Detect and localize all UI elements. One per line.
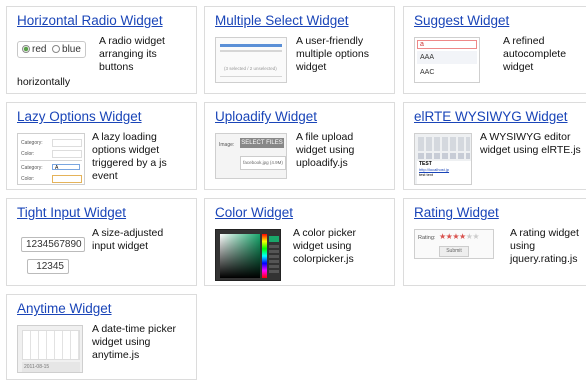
widget-link-color[interactable]: Color Widget — [215, 205, 390, 220]
widget-link-multiple-select[interactable]: Multiple Select Widget — [215, 13, 390, 28]
star-icon: ★ — [472, 232, 480, 241]
select-box — [52, 139, 82, 147]
field-label: Color: — [21, 151, 35, 157]
widget-description: A user-friendly multiple options widget — [296, 35, 369, 73]
widget-description: A rating widget using jquery.rating.js — [510, 227, 579, 265]
lazy-options-preview: Category: Color: Category: A Color: — [17, 133, 85, 185]
widget-card-lazy-options: Lazy Options Widget Category: Color: Cat… — [6, 102, 197, 190]
color-values — [269, 245, 279, 275]
multiselect-preview: (3 selected / 2 unselected) — [215, 37, 287, 83]
widget-link-suggest[interactable]: Suggest Widget — [414, 13, 586, 28]
widget-description: A radio widget arranging its buttons — [99, 35, 165, 73]
widget-description-wrap: horizontally — [17, 76, 71, 88]
radio-option-label: blue — [62, 44, 81, 55]
widget-description: A date-time picker widget using anytime.… — [92, 323, 177, 361]
rating-preview: Rating: ★★★★★★ Submit — [414, 229, 494, 259]
color-swatch — [269, 236, 279, 242]
widget-description: A refined autocomplete widget — [503, 35, 567, 73]
selected-bar — [220, 44, 282, 47]
widget-description: A lazy loading options widget triggered … — [92, 131, 167, 182]
editor-text: test text — [419, 172, 434, 177]
suggest-item: AAA — [417, 51, 477, 64]
multiselect-caption: (3 selected / 2 unselected) — [224, 66, 277, 71]
widget-description: A color picker widget using colorpicker.… — [293, 227, 357, 265]
widget-card-color: Color Widget A color picker widget using… — [204, 198, 395, 286]
color-field — [220, 234, 260, 278]
rating-submit-button: Submit — [439, 246, 469, 257]
tight-input-short: 12345 — [27, 259, 69, 274]
radio-unchecked-icon — [52, 45, 61, 53]
radio-checked-icon — [22, 45, 30, 53]
suggest-preview: a AAA AAC — [414, 37, 480, 83]
field-label: Rating: — [418, 235, 436, 241]
star-icon: ★ — [459, 232, 466, 241]
widget-card-anytime: Anytime Widget 2011-08-15 A date-time pi… — [6, 294, 197, 380]
widget-card-suggest: Suggest Widget a AAA AAC A refined autoc… — [403, 6, 586, 94]
select-files-button: SELECT FILES — [240, 138, 284, 148]
widget-description: A WYSIWYG editor widget using elRTE.js — [480, 131, 581, 156]
widget-link-rating[interactable]: Rating Widget — [414, 205, 586, 220]
star-icon: ★ — [439, 232, 446, 241]
rating-stars: ★★★★★★ — [439, 232, 480, 241]
widget-card-rating: Rating Widget Rating: ★★★★★★ Submit A ra… — [403, 198, 586, 286]
select-box — [52, 150, 82, 158]
uploadify-preview: Image: SELECT FILES facebook.jpg (4.9M) — [215, 133, 287, 179]
field-label: Category: — [21, 165, 43, 171]
widget-card-tight-input: Tight Input Widget 1234567890 12345 A si… — [6, 198, 197, 286]
suggest-input: a — [417, 40, 477, 49]
widget-card-multiple-select: Multiple Select Widget (3 selected / 2 u… — [204, 6, 395, 94]
star-icon: ★ — [452, 232, 460, 241]
elrte-preview: TEST http://localhost.jp test text — [414, 133, 472, 185]
widget-link-elrte[interactable]: elRTE WYSIWYG Widget — [414, 109, 586, 124]
widget-description: A size-adjusted input widget — [92, 227, 164, 252]
select-box-active: A — [52, 164, 80, 171]
suggest-item: AAC — [420, 69, 435, 76]
widget-card-uploadify: Uploadify Widget Image: SELECT FILES fac… — [204, 102, 395, 190]
widget-card-elrte: elRTE WYSIWYG Widget TEST http://localho… — [403, 102, 586, 190]
editor-toolbar — [418, 153, 470, 159]
editor-toolbar — [418, 137, 470, 151]
widget-description: A file upload widget using uploadify.js — [296, 131, 355, 169]
upload-queue-item: facebook.jpg (4.9M) — [240, 156, 286, 170]
widget-link-lazy-options[interactable]: Lazy Options Widget — [17, 109, 192, 124]
radio-option-label: red — [32, 44, 47, 55]
widget-card-horizontal-radio: Horizontal Radio Widget red blue A radio… — [6, 6, 197, 94]
field-label: Category: — [21, 140, 43, 146]
widget-link-tight-input[interactable]: Tight Input Widget — [17, 205, 192, 220]
field-label: Color: — [21, 176, 35, 182]
widget-link-horizontal-radio[interactable]: Horizontal Radio Widget — [17, 13, 192, 28]
anytime-preview: 2011-08-15 — [17, 325, 83, 373]
calendar-grid — [22, 330, 80, 360]
select-box — [52, 175, 82, 183]
widget-link-uploadify[interactable]: Uploadify Widget — [215, 109, 390, 124]
hue-slider — [262, 234, 267, 278]
field-label: Image: — [219, 142, 235, 148]
radio-preview: red blue — [17, 41, 86, 58]
tight-input-long: 1234567890 — [21, 237, 85, 252]
colorpicker-preview — [215, 229, 281, 281]
date-value: 2011-08-15 — [22, 362, 80, 372]
widget-link-anytime[interactable]: Anytime Widget — [17, 301, 192, 316]
editor-area: TEST http://localhost.jp test text — [417, 161, 471, 184]
